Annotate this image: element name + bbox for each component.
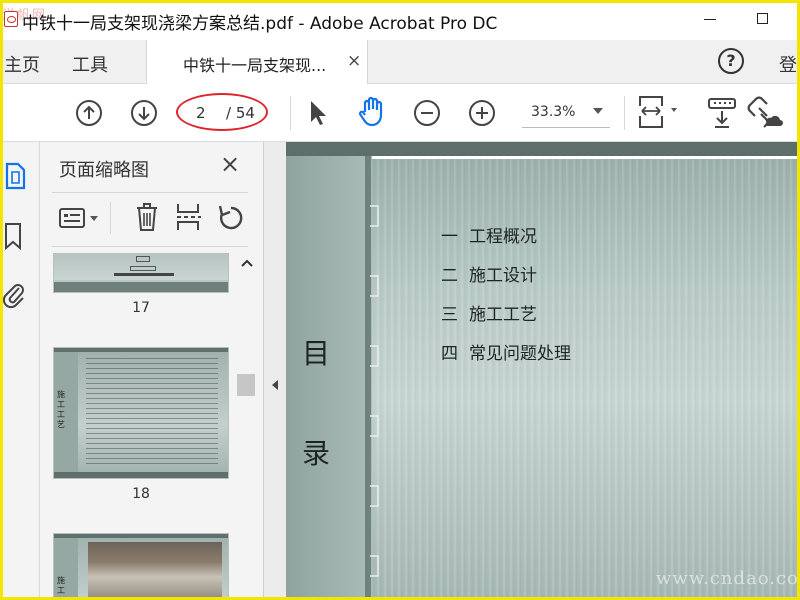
toc-item-title: 工程概况 — [469, 227, 537, 247]
chevron-down-icon[interactable] — [593, 108, 603, 114]
toc-item: 一工程概况 — [441, 222, 537, 247]
page-top-rule — [352, 156, 800, 159]
page-ruler-decoration — [365, 156, 379, 600]
title-bar: 洋帆网 中铁十一局支架现浇梁方案总结.pdf - Adobe Acrobat P… — [0, 0, 800, 40]
tab-document-label: 中铁十一局支架现... — [183, 56, 327, 75]
zoom-out-icon[interactable] — [413, 99, 441, 127]
toc-item-title: 常见问题处理 — [469, 344, 571, 364]
page-thumbnails-icon[interactable] — [4, 162, 26, 190]
site-watermark: www.cndao.com — [656, 568, 800, 589]
thumbnail-page-number: 17 — [132, 300, 150, 316]
window-title: 中铁十一局支架现浇梁方案总结.pdf - Adobe Acrobat Pro D… — [22, 14, 498, 34]
document-page: 目 录 一工程概况 二施工设计 三施工工艺 四常见问题处理 — [286, 156, 800, 600]
toc-item-number: 二 — [441, 266, 458, 286]
document-viewport[interactable]: 目 录 一工程概况 二施工设计 三施工工艺 四常见问题处理 — [286, 142, 800, 600]
toc-item: 二施工设计 — [441, 261, 537, 286]
sign-in-button[interactable]: 登 — [779, 51, 797, 77]
select-cursor-icon[interactable] — [306, 98, 330, 128]
toc-item-title: 施工设计 — [469, 266, 537, 286]
toc-item-title: 施工工艺 — [469, 305, 537, 325]
panel-divider — [52, 192, 248, 193]
tab-home[interactable]: 主页 — [4, 51, 40, 77]
collapse-panel-strip[interactable] — [264, 142, 286, 600]
print-to-device-icon[interactable] — [706, 96, 738, 130]
insert-page-icon[interactable] — [174, 202, 202, 232]
thumbnail-scrollbar-thumb[interactable] — [237, 374, 255, 396]
zoom-in-icon[interactable] — [468, 99, 496, 127]
thumbnail-page[interactable]: 施工 — [54, 534, 228, 600]
page-left-column — [286, 156, 372, 600]
bookmarks-icon[interactable] — [4, 222, 22, 250]
panel-toolbar-divider — [110, 202, 111, 234]
link-icon[interactable] — [747, 96, 783, 130]
help-icon[interactable]: ? — [718, 48, 744, 74]
page-up-icon[interactable] — [75, 99, 103, 127]
toc-heading-char: 录 — [302, 437, 331, 470]
thumbnail-options-icon[interactable] — [58, 206, 102, 230]
toc-item-number: 三 — [441, 305, 458, 325]
thumbnail-panel: 页面缩略图 × 17 施工工艺 18 施工 — [40, 142, 264, 600]
toc-item: 四常见问题处理 — [441, 339, 571, 364]
toolbar-divider — [624, 96, 625, 130]
thumbnail-side-label: 施工工艺 — [57, 390, 65, 429]
fit-page-icon[interactable] — [636, 94, 682, 130]
acrobat-app-icon — [4, 11, 18, 27]
left-icon-rail — [0, 142, 40, 600]
toc-item-number: 一 — [441, 227, 458, 247]
panel-divider — [52, 246, 248, 247]
toolbar: 2 / 54 33.3% — [0, 84, 800, 142]
toc-item-number: 四 — [441, 344, 458, 364]
panel-title: 页面缩略图 — [59, 160, 149, 181]
thumbnail-page[interactable]: 施工工艺 — [54, 348, 228, 478]
tab-document[interactable]: 中铁十一局支架现... × — [146, 40, 368, 84]
close-icon[interactable]: × — [220, 152, 240, 176]
zoom-underline — [522, 127, 610, 128]
zoom-level-input[interactable]: 33.3% — [531, 104, 575, 120]
thumbnail-photo — [88, 542, 222, 600]
page-number-input[interactable]: 2 — [196, 104, 206, 122]
minimize-button[interactable] — [704, 19, 716, 20]
hand-tool-icon[interactable] — [357, 96, 387, 128]
tab-bar: 主页 工具 中铁十一局支架现... × ? 登 — [0, 40, 800, 84]
collapse-arrow-icon[interactable] — [272, 380, 278, 390]
maximize-button[interactable] — [757, 13, 768, 24]
scroll-up-icon[interactable] — [240, 258, 254, 268]
tab-close-icon[interactable]: × — [347, 51, 361, 71]
thumbnail-page[interactable] — [54, 254, 228, 292]
rotate-page-icon[interactable] — [217, 204, 245, 232]
thumbnail-page-number: 18 — [132, 486, 150, 502]
page-down-icon[interactable] — [130, 99, 158, 127]
toc-item: 三施工工艺 — [441, 300, 537, 325]
tab-tools[interactable]: 工具 — [72, 51, 108, 77]
thumbnail-side-label: 施工 — [57, 576, 65, 595]
toolbar-divider — [290, 96, 291, 130]
toc-heading-char: 目 — [302, 337, 331, 370]
attachments-icon[interactable] — [2, 278, 26, 310]
delete-page-icon[interactable] — [135, 202, 159, 232]
page-total-label: / 54 — [226, 104, 255, 122]
